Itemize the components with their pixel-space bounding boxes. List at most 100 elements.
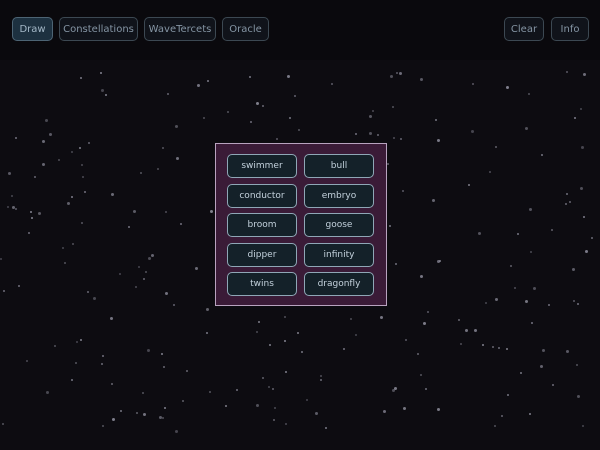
star-dot	[6, 206, 9, 209]
wavetercets-button[interactable]: WaveTercets	[144, 17, 216, 41]
draw-button[interactable]: Draw	[12, 17, 53, 41]
star-dot	[590, 237, 593, 240]
star-dot	[249, 121, 252, 124]
star-dot	[437, 407, 441, 411]
star-dot	[541, 348, 545, 352]
star-dot	[151, 253, 155, 257]
star-dot	[30, 216, 33, 219]
star-dot	[255, 331, 258, 334]
star-dot	[576, 303, 579, 306]
star-dot	[176, 156, 180, 160]
star-dot	[579, 186, 583, 190]
star-dot	[420, 374, 423, 377]
star-dot	[377, 133, 380, 136]
star-dot	[119, 409, 122, 412]
star-dot	[207, 79, 210, 82]
star-dot	[175, 429, 179, 433]
star-dot	[162, 417, 165, 420]
star-dot	[3, 289, 6, 292]
star-dot	[147, 256, 151, 260]
star-dot	[70, 150, 73, 153]
star-dot	[284, 371, 287, 374]
star-dot	[236, 389, 239, 392]
star-dot	[135, 285, 138, 288]
star-dot	[54, 345, 57, 348]
star-dot	[510, 264, 513, 267]
star-dot	[182, 399, 185, 402]
star-dot	[506, 85, 510, 89]
choice-dragonfly[interactable]: dragonfly	[304, 272, 374, 296]
choice-twins[interactable]: twins	[227, 272, 297, 296]
star-dot	[111, 193, 115, 197]
star-dot	[166, 92, 169, 95]
info-button[interactable]: Info	[551, 17, 589, 41]
star-dot	[79, 339, 82, 342]
star-dot	[38, 211, 42, 215]
star-dot	[195, 266, 199, 270]
choice-conductor[interactable]: conductor	[227, 184, 297, 208]
star-dot	[565, 202, 568, 205]
star-dot	[71, 379, 74, 382]
choice-infinity[interactable]: infinity	[304, 243, 374, 267]
star-dot	[398, 71, 402, 75]
star-dot	[174, 124, 178, 128]
star-dot	[14, 137, 17, 140]
star-dot	[301, 350, 303, 353]
star-dot	[519, 372, 522, 375]
star-dot	[474, 328, 478, 332]
star-dot	[425, 388, 428, 391]
star-dot	[529, 207, 533, 211]
star-dot	[524, 127, 528, 131]
star-dot	[162, 366, 165, 369]
star-dot	[577, 395, 580, 399]
choice-embryo[interactable]: embryo	[304, 184, 374, 208]
star-dot	[283, 339, 286, 342]
choice-bull[interactable]: bull	[304, 154, 374, 178]
star-dot	[493, 424, 496, 427]
star-dot	[391, 388, 395, 392]
star-dot	[457, 318, 460, 321]
star-dot	[92, 296, 96, 300]
star-dot	[497, 346, 500, 349]
star-dot	[379, 315, 383, 319]
star-dot	[139, 172, 142, 175]
choice-dipper[interactable]: dipper	[227, 243, 297, 267]
star-dot	[162, 147, 165, 150]
star-dot	[573, 117, 576, 120]
star-dot	[565, 193, 568, 196]
oracle-button[interactable]: Oracle	[222, 17, 269, 41]
star-dot	[464, 328, 468, 332]
star-dot	[71, 243, 74, 246]
star-dot	[42, 139, 46, 143]
star-dot	[388, 224, 391, 227]
star-dot	[109, 316, 113, 320]
constellations-button[interactable]: Constellations	[59, 17, 138, 41]
star-dot	[324, 426, 327, 429]
star-dot	[255, 404, 259, 408]
star-dot	[78, 147, 81, 150]
star-dot	[205, 332, 208, 335]
star-dot	[298, 128, 301, 131]
clear-button[interactable]: Clear	[504, 17, 544, 41]
star-dot	[202, 117, 205, 120]
star-dot	[209, 209, 213, 213]
star-dot	[392, 136, 395, 139]
star-dot	[179, 222, 182, 225]
star-dot	[552, 384, 555, 387]
star-dot	[30, 210, 33, 213]
star-dot	[419, 275, 423, 279]
star-dot	[101, 354, 104, 357]
choice-goose[interactable]: goose	[304, 213, 374, 237]
star-dot	[284, 316, 287, 319]
star-dot	[79, 77, 82, 80]
star-dot	[387, 163, 390, 166]
star-dot	[197, 84, 201, 88]
choice-swimmer[interactable]: swimmer	[227, 154, 297, 178]
star-dot	[460, 343, 463, 346]
choice-broom[interactable]: broom	[227, 213, 297, 237]
star-dot	[427, 310, 430, 313]
star-dot	[296, 332, 299, 335]
star-dot	[573, 300, 576, 303]
star-dot	[419, 78, 423, 82]
star-dot	[99, 71, 102, 74]
